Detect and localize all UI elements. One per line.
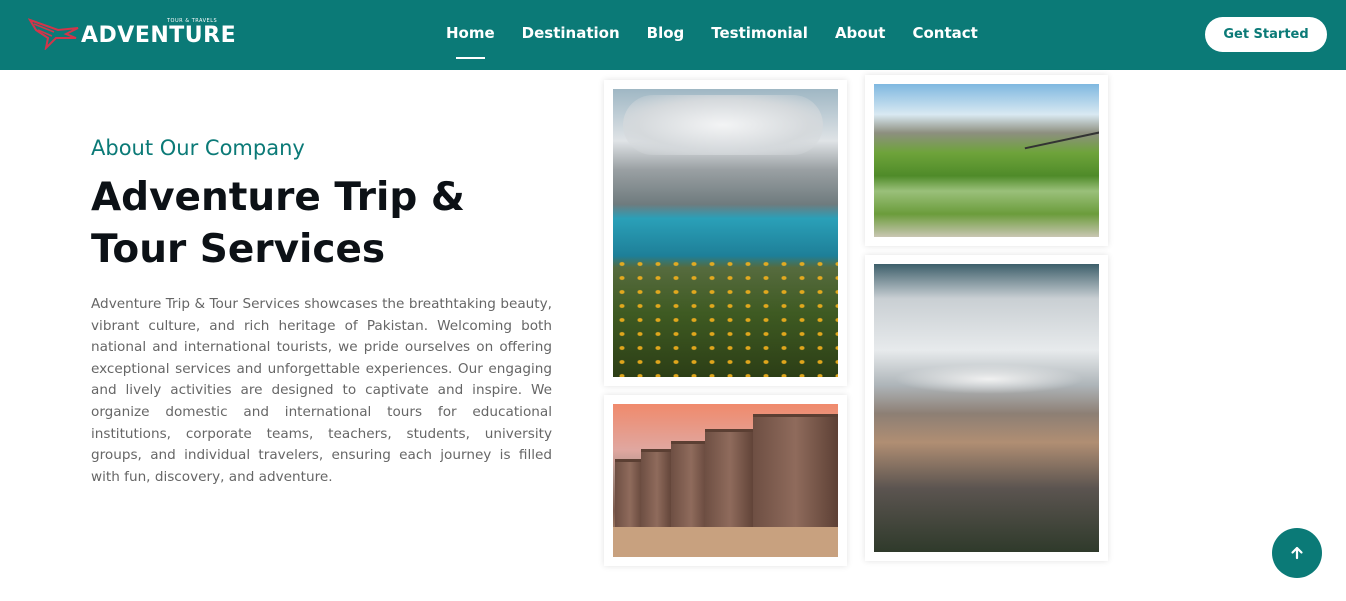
brand-tagline: TOUR & TRAVELS [167,18,218,24]
photo-image [613,89,838,377]
snow-patch [894,364,1084,394]
fort-tower [641,449,673,529]
scroll-to-top-button[interactable] [1272,528,1322,578]
bridge-shape [1024,130,1099,150]
desert-ground [613,527,838,557]
photo-image [874,264,1099,552]
fort-tower [705,429,755,529]
photo-image [613,404,838,557]
brand-logo[interactable]: ADVENTURE TOUR & TRAVELS [28,14,236,54]
section-title: Adventure Trip & Tour Services [91,175,465,272]
desert-fort-camels-photo [604,395,847,566]
green-lake-bridge-photo [865,75,1108,246]
lake-flowers-photo [604,80,847,386]
nav-destination[interactable]: Destination [522,24,620,48]
site-header: ADVENTURE TOUR & TRAVELS Home Destinatio… [0,0,1346,70]
photo-image [874,84,1099,237]
nav-blog[interactable]: Blog [647,24,685,48]
snowy-mountain-photo [865,255,1108,561]
cloud-shape [623,95,823,155]
eagle-wing-icon [28,18,79,50]
get-started-button[interactable]: Get Started [1205,17,1327,52]
nav-home[interactable]: Home [446,24,495,59]
arrow-up-icon [1291,546,1303,560]
nav-contact[interactable]: Contact [912,24,977,48]
section-eyebrow: About Our Company [91,136,305,160]
brand-name: ADVENTURE [81,23,237,48]
nav-testimonial[interactable]: Testimonial [711,24,808,48]
fort-tower [753,414,838,529]
main-nav: Home Destination Blog Testimonial About … [446,24,1005,59]
flowers-pattern [613,257,838,377]
about-paragraph: Adventure Trip & Tour Services showcases… [91,296,552,485]
nav-about[interactable]: About [835,24,886,48]
